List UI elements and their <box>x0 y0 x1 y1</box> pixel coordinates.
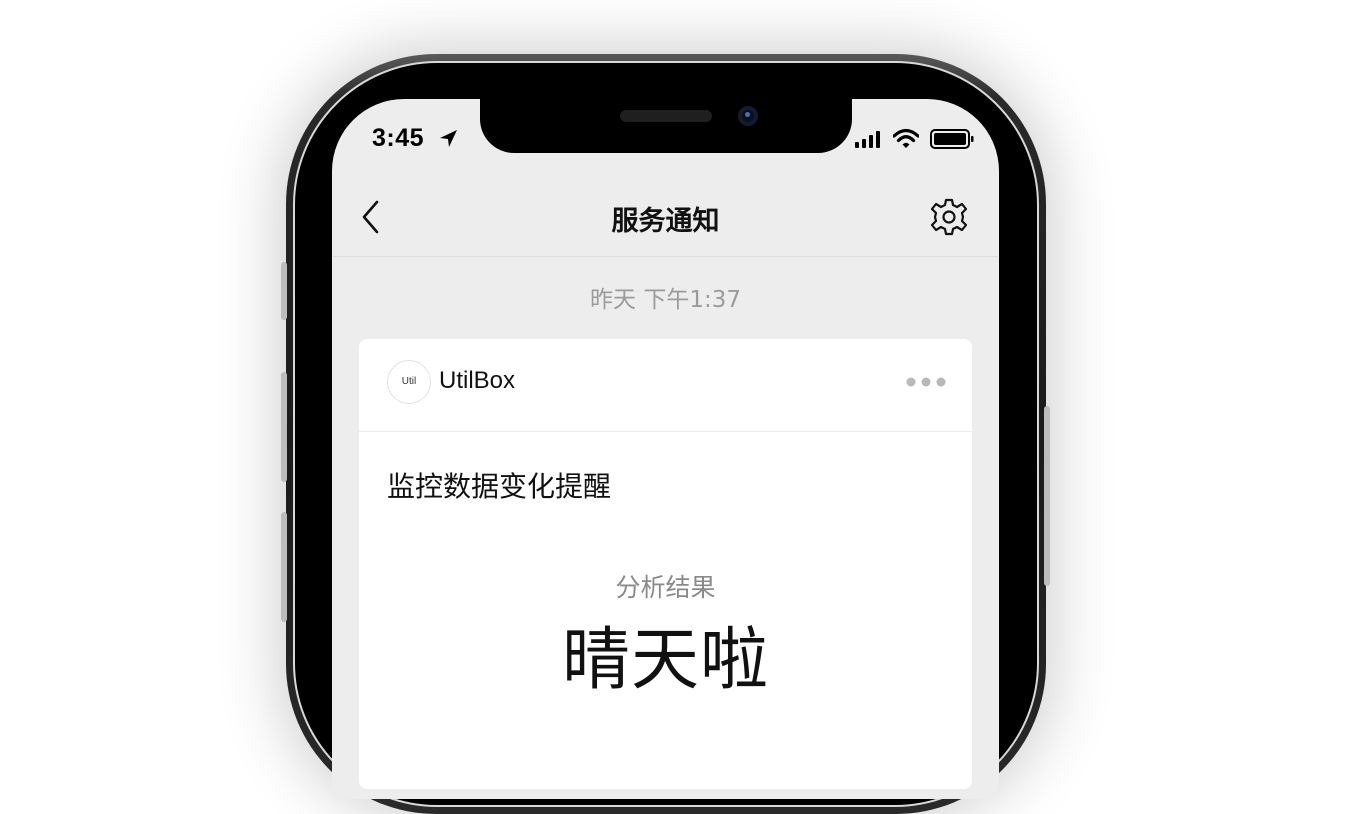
gear-icon[interactable] <box>929 197 969 237</box>
result-value: 晴天啦 <box>561 621 769 700</box>
more-dots-icon[interactable] <box>905 374 947 390</box>
message-title: 监控数据变化提醒 <box>387 470 612 503</box>
wifi-icon <box>893 128 919 148</box>
location-arrow-icon <box>440 130 457 147</box>
page-title: 服务通知 <box>611 206 720 237</box>
nav-divider <box>332 256 999 257</box>
volume-down-button <box>281 512 287 622</box>
battery-icon <box>930 129 974 149</box>
app-name[interactable]: UtilBox <box>439 367 515 395</box>
message-timestamp: 昨天 下午1:37 <box>590 287 741 313</box>
cellular-signal-icon <box>855 131 880 148</box>
status-time: 3:45 <box>372 124 425 152</box>
silent-switch <box>281 262 287 320</box>
earpiece-speaker <box>620 110 712 122</box>
result-label: 分析结果 <box>615 573 716 602</box>
card-header-divider <box>359 431 972 432</box>
power-button <box>1044 406 1050 586</box>
volume-up-button <box>281 372 287 482</box>
front-camera <box>738 106 758 126</box>
notch <box>480 94 852 153</box>
notification-card[interactable] <box>359 339 972 789</box>
app-avatar[interactable]: Util <box>387 360 431 404</box>
